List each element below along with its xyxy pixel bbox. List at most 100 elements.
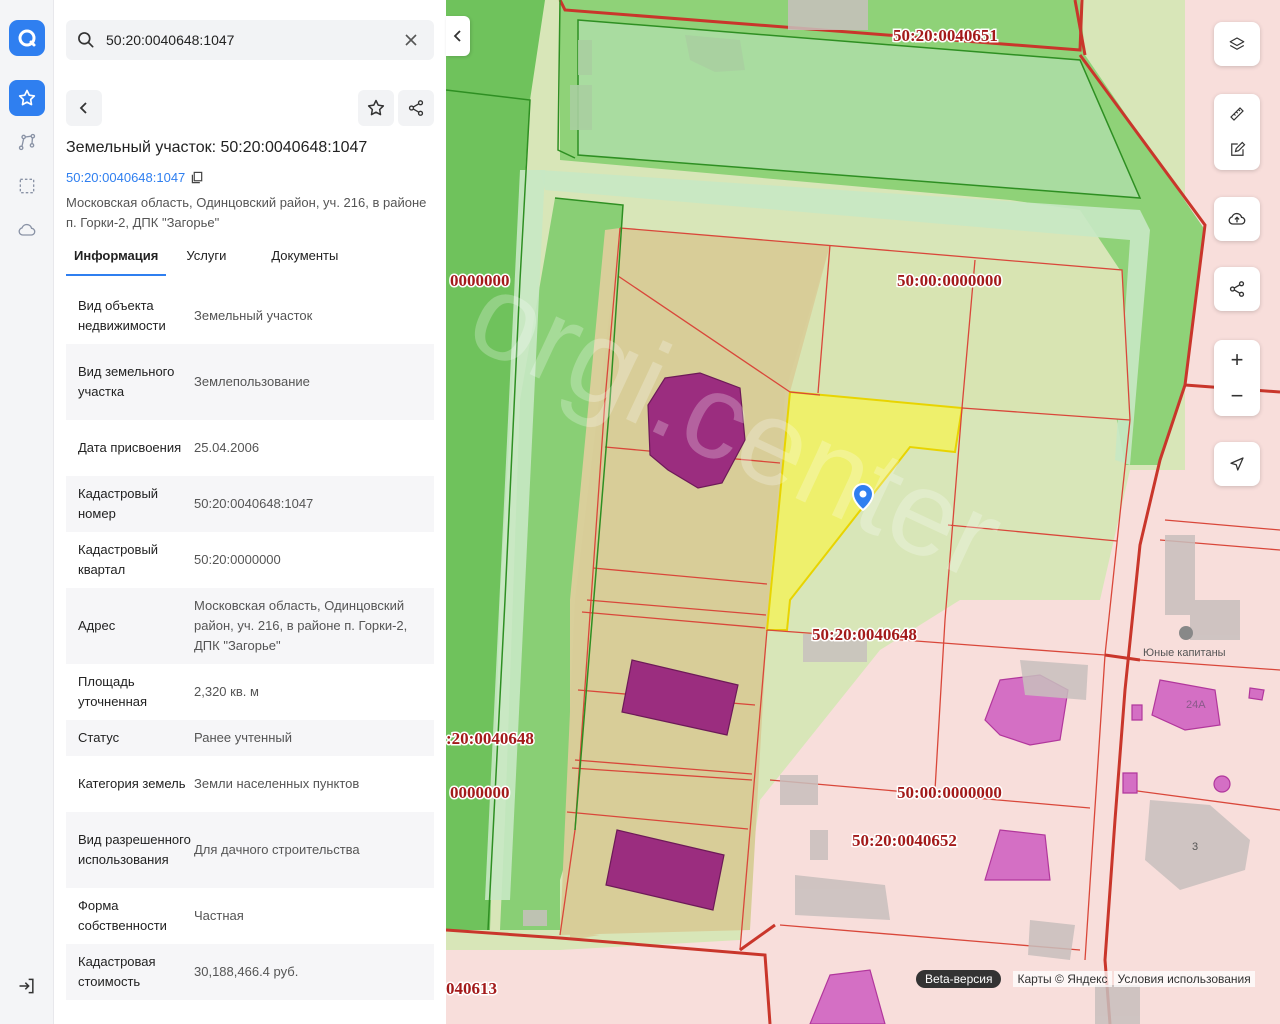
- share-button[interactable]: [398, 90, 434, 126]
- copy-icon[interactable]: [191, 171, 204, 184]
- locate-button[interactable]: [1214, 442, 1260, 486]
- table-row: Адрес Московская область, Одинцовский рай…: [66, 588, 434, 664]
- row-key: Категория земель: [78, 776, 186, 791]
- back-button[interactable]: [66, 90, 102, 126]
- search-input[interactable]: [106, 32, 396, 48]
- row-key: Вид разрешенного использования: [78, 832, 191, 867]
- left-rail: [0, 0, 54, 1024]
- page-title: Земельный участок: 50:20:0040648:1047: [66, 139, 368, 156]
- map-share-button[interactable]: [1214, 267, 1260, 311]
- tab-services[interactable]: Услуги: [178, 242, 234, 276]
- row-value: Земли населенных пунктов: [194, 776, 360, 791]
- map-label-poi: Юные капитаны: [1143, 647, 1226, 659]
- info-table: Вид объекта недвижимости Земельный участо…: [66, 288, 434, 1000]
- upload-control: [1214, 197, 1260, 241]
- map-label-quarter: 040613: [446, 979, 497, 998]
- map-label-quarter: 50:00:0000000: [897, 783, 1002, 802]
- zoom-in-button[interactable]: +: [1214, 342, 1260, 378]
- ruler-button[interactable]: [1214, 96, 1260, 132]
- cadastral-map[interactable]: orgi.center 50:20:0040651 50:00:0000000 …: [446, 0, 1280, 1024]
- rail-route-button[interactable]: [9, 124, 45, 160]
- app-logo-icon[interactable]: [9, 20, 45, 56]
- row-value: Ранее учтенный: [194, 730, 292, 745]
- rail-select-area-button[interactable]: [9, 168, 45, 204]
- info-panel: Земельный участок: 50:20:0040648:1047 50…: [54, 0, 446, 1024]
- locate-icon: [1230, 457, 1244, 471]
- row-key: Площадь уточненная: [78, 674, 148, 709]
- map-label-quarter: 50:20:0040648: [812, 625, 917, 644]
- row-value: 50:20:0000000: [194, 552, 281, 567]
- row-value: 25.04.2006: [194, 440, 260, 455]
- cadastral-number-text[interactable]: 50:20:0040648:1047: [66, 170, 185, 185]
- favorite-button[interactable]: [358, 90, 394, 126]
- row-key: Кадастровый номер: [78, 486, 159, 521]
- zoom-control: + −: [1214, 340, 1260, 416]
- star-icon: [367, 99, 385, 116]
- table-row: Статус Ранее учтенный: [66, 720, 434, 756]
- search-bar: [66, 20, 434, 60]
- table-row: Площадь уточненная 2,320 кв. м: [66, 664, 434, 720]
- collapse-panel-button[interactable]: [446, 16, 470, 56]
- rail-logout-button[interactable]: [9, 968, 45, 1004]
- beta-badge: Beta-версия: [916, 970, 1002, 988]
- table-row: Кадастровый номер 50:20:0040648:1047: [66, 476, 434, 532]
- layers-button[interactable]: [1214, 22, 1260, 66]
- map-attribution: Beta-версия Карты © Яндекс Условия испол…: [916, 970, 1255, 988]
- selection-icon: [19, 178, 35, 194]
- map-label-house: 24А: [1186, 699, 1206, 711]
- upload-button[interactable]: [1214, 197, 1260, 241]
- edit-button[interactable]: [1214, 132, 1260, 168]
- cadastral-number-link[interactable]: 50:20:0040648:1047: [66, 170, 204, 185]
- table-row: Кадастровый квартал 50:20:0000000: [66, 532, 434, 588]
- clear-search-icon[interactable]: [396, 33, 426, 47]
- tab-documents[interactable]: Документы: [263, 242, 346, 276]
- row-value: 2,320 кв. м: [194, 684, 259, 699]
- layers-icon: [1229, 37, 1245, 50]
- poi-icon: [1179, 626, 1193, 640]
- row-key: Кадастровый квартал: [78, 542, 159, 577]
- ruler-icon: [1230, 107, 1244, 121]
- cloud-icon: [18, 223, 36, 236]
- table-row: Дата присвоения 25.04.2006: [66, 420, 434, 476]
- row-key: Форма собственности: [78, 898, 167, 933]
- map-canvas[interactable]: orgi.center 50:20:0040651 50:00:0000000 …: [446, 0, 1280, 1024]
- table-row: Вид разрешенного использования Для дачног…: [66, 812, 434, 888]
- chevron-left-icon: [79, 102, 87, 114]
- row-value: Московская область, Одинцовский район, у…: [194, 598, 408, 653]
- edit-icon: [1231, 141, 1246, 156]
- star-icon: [18, 89, 36, 106]
- tools-control: [1214, 94, 1260, 170]
- chevron-left-icon: [453, 30, 461, 42]
- row-key: Дата присвоения: [78, 440, 182, 455]
- table-row: Кадастровая стоимость 30,188,466.4 руб.: [66, 944, 434, 1000]
- rail-favorites-button[interactable]: [9, 80, 45, 116]
- table-row: Вид объекта недвижимости Земельный участо…: [66, 288, 434, 344]
- share-icon: [1229, 281, 1245, 297]
- map-label-quarter: 50:00:0000000: [897, 271, 1002, 290]
- yandex-copyright[interactable]: Карты © Яндекс: [1013, 971, 1112, 987]
- route-icon: [18, 133, 36, 151]
- row-key: Вид земельного участка: [78, 364, 175, 399]
- table-row: Категория земель Земли населенных пунктов: [66, 756, 434, 812]
- search-icon[interactable]: [66, 30, 106, 50]
- map-label-quarter: 50:20:0040652: [852, 831, 957, 850]
- tab-information[interactable]: Информация: [66, 242, 167, 276]
- row-value: Частная: [194, 908, 244, 923]
- locate-control: [1214, 442, 1260, 486]
- row-key: Статус: [78, 730, 120, 745]
- rail-cloud-button[interactable]: [9, 212, 45, 248]
- map-label-quarter: 0000000: [450, 271, 510, 290]
- zoom-out-button[interactable]: −: [1214, 378, 1260, 414]
- row-key: Вид объекта недвижимости: [78, 298, 166, 333]
- terms-link[interactable]: Условия использования: [1113, 971, 1255, 987]
- map-label-quarter: 0000000: [450, 783, 510, 802]
- map-label-quarter: :20:0040648: [446, 729, 534, 748]
- row-value: Землепользование: [194, 374, 310, 389]
- map-label-quarter: 50:20:0040651: [893, 26, 998, 45]
- row-value: Земельный участок: [194, 308, 313, 323]
- logout-icon: [19, 978, 34, 994]
- object-address: Московская область, Одинцовский район, у…: [66, 195, 427, 230]
- layers-control: [1214, 22, 1260, 66]
- map-label-house: 3: [1192, 841, 1198, 853]
- table-row: Вид земельного участка Землепользование: [66, 344, 434, 420]
